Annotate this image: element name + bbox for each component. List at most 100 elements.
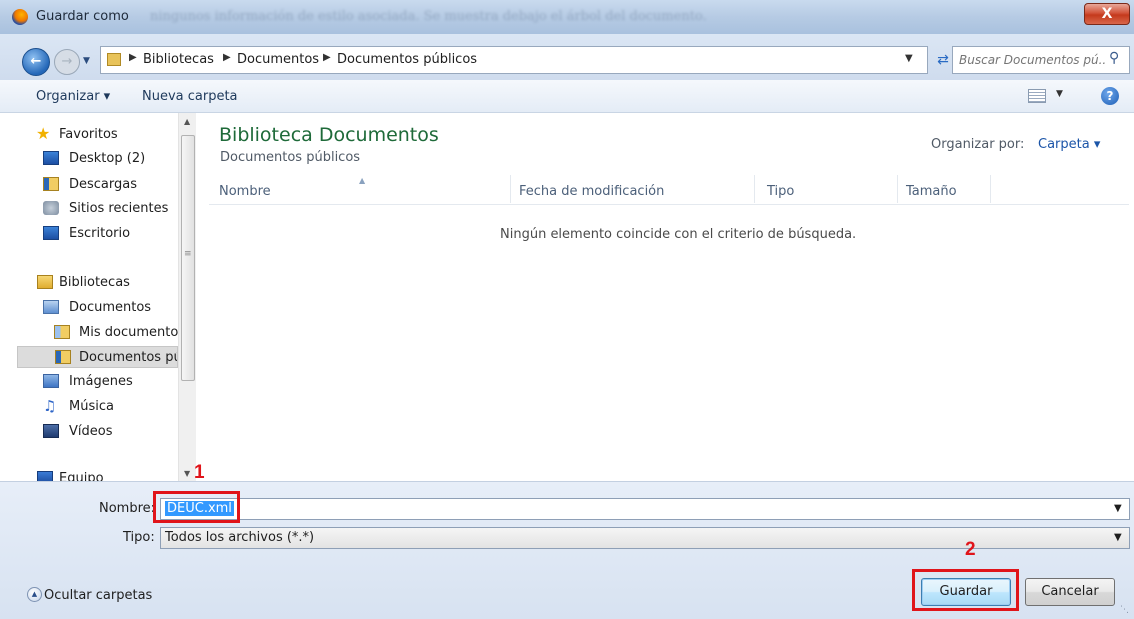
collapse-up-icon[interactable]: ▲ xyxy=(27,587,42,602)
sidebar-item-label: Documentos xyxy=(69,300,152,315)
column-header-tipo[interactable]: Tipo xyxy=(767,184,794,199)
forward-button[interactable]: → xyxy=(54,49,80,75)
file-type-select[interactable]: Todos los archivos (*.*) ▼ xyxy=(160,527,1130,549)
sidebar-item-label: Mis documentos xyxy=(79,325,178,340)
public-documents-folder-icon xyxy=(55,350,71,364)
sidebar-item-documentos[interactable]: Documentos xyxy=(12,297,178,319)
sidebar-item-label: Documentos pú xyxy=(79,350,178,365)
hide-folders-label[interactable]: Ocultar carpetas xyxy=(44,588,152,603)
sidebar-item-desktop-2[interactable]: Desktop (2) xyxy=(12,148,178,170)
chevron-right-icon[interactable]: ▶ xyxy=(323,52,331,63)
title-bar: Guardar como ningunos información de est… xyxy=(0,0,1134,34)
command-bar: Organizar ▾ Nueva carpeta ▼ ? xyxy=(0,80,1134,113)
organize-menu-button[interactable]: Organizar ▾ xyxy=(36,89,110,104)
sidebar-item-imagenes[interactable]: Imágenes xyxy=(12,371,178,393)
documents-library-icon xyxy=(43,300,59,314)
file-type-value: Todos los archivos (*.*) xyxy=(165,530,315,545)
sidebar-item-documentos-publicos[interactable]: Documentos pú xyxy=(17,346,178,368)
libraries-icon xyxy=(37,275,53,289)
file-list-pane[interactable]: Biblioteca Documentos Documentos público… xyxy=(200,113,1134,481)
sidebar-item-label: Descargas xyxy=(69,177,138,192)
address-bar[interactable]: ▶ Bibliotecas ▶ Documentos ▶ Documentos … xyxy=(100,46,928,74)
my-documents-folder-icon xyxy=(54,325,70,339)
column-headers: ▲ Nombre Fecha de modificación Tipo Tama… xyxy=(209,175,1129,205)
sort-ascending-icon: ▲ xyxy=(359,176,366,185)
chevron-down-icon[interactable]: ▼ xyxy=(1056,89,1063,99)
highlight-box-save xyxy=(912,569,1019,611)
forward-arrow-icon: → xyxy=(61,54,73,69)
highlight-box-file-name xyxy=(153,491,240,523)
navigation-bar: ← → ▼ ▶ Bibliotecas ▶ Documentos ▶ Docum… xyxy=(0,34,1134,80)
sidebar-item-label: Sitios recientes xyxy=(69,201,169,216)
breadcrumb-bibliotecas[interactable]: Bibliotecas xyxy=(143,52,214,67)
sidebar-item-favoritos[interactable]: ★ Favoritos xyxy=(12,124,178,146)
refresh-button[interactable]: ⇄ xyxy=(932,46,954,74)
back-arrow-icon: ← xyxy=(30,54,42,69)
chevron-down-icon[interactable]: ▼ xyxy=(1114,503,1122,514)
type-label: Tipo: xyxy=(123,530,155,545)
sidebar-item-musica[interactable]: ♫ Música xyxy=(12,396,178,418)
resize-grip-icon[interactable]: ⋱ xyxy=(1120,605,1129,615)
scroll-down-icon[interactable]: ▼ xyxy=(184,469,190,478)
annotation-step-1: 1 xyxy=(194,462,205,483)
music-library-icon: ♫ xyxy=(43,397,57,415)
name-label: Nombre: xyxy=(99,501,156,516)
column-divider[interactable] xyxy=(897,175,898,203)
column-divider[interactable] xyxy=(990,175,991,203)
videos-library-icon xyxy=(43,424,59,438)
chevron-down-icon[interactable]: ▼ xyxy=(905,53,913,64)
close-button[interactable]: X xyxy=(1084,3,1130,25)
desktop-icon xyxy=(43,151,59,165)
pictures-library-icon xyxy=(43,374,59,388)
file-name-field[interactable]: DEUC.xml ▼ xyxy=(160,498,1130,520)
arrange-by-label: Organizar por: xyxy=(931,137,1025,152)
cancel-button[interactable]: Cancelar xyxy=(1025,578,1115,606)
sidebar-item-descargas[interactable]: Descargas xyxy=(12,174,178,196)
sidebar-item-label: Bibliotecas xyxy=(59,275,130,290)
sidebar-item-escritorio[interactable]: Escritorio xyxy=(12,223,178,245)
recent-locations-dropdown-icon[interactable]: ▼ xyxy=(83,56,93,66)
column-header-nombre[interactable]: Nombre xyxy=(219,184,271,199)
sidebar-item-sitios-recientes[interactable]: Sitios recientes xyxy=(12,198,178,220)
breadcrumb-documentos-publicos[interactable]: Documentos públicos xyxy=(337,52,477,67)
view-options-icon[interactable] xyxy=(1028,89,1046,103)
back-button[interactable]: ← xyxy=(22,48,50,76)
navigation-pane-scrollbar[interactable]: ▲ ≡ ▼ xyxy=(178,113,196,481)
empty-results-message: Ningún elemento coincide con el criterio… xyxy=(500,227,857,242)
column-divider[interactable] xyxy=(510,175,511,203)
navigation-pane: ★ Favoritos Desktop (2) Descargas Sitios… xyxy=(12,113,196,481)
background-window-text: ningunos información de estilo asociada.… xyxy=(150,9,707,24)
library-title: Biblioteca Documentos xyxy=(219,124,439,146)
column-divider[interactable] xyxy=(754,175,755,203)
window-title: Guardar como xyxy=(36,9,129,24)
chevron-right-icon[interactable]: ▶ xyxy=(129,52,137,63)
sidebar-item-label: Vídeos xyxy=(69,424,113,439)
sidebar-item-equipo[interactable]: Equipo xyxy=(12,468,178,481)
recent-places-icon xyxy=(43,201,59,215)
library-subtitle: Documentos públicos xyxy=(220,150,361,165)
downloads-folder-icon xyxy=(43,177,59,191)
column-header-tamano[interactable]: Tamaño xyxy=(906,184,957,199)
refresh-icon: ⇄ xyxy=(937,52,949,68)
sidebar-item-label: Equipo xyxy=(59,471,104,481)
help-icon[interactable]: ? xyxy=(1101,87,1119,105)
search-icon[interactable]: ⚲ xyxy=(1109,50,1119,66)
arrange-by-dropdown[interactable]: Carpeta ▾ xyxy=(1038,137,1100,152)
folder-icon xyxy=(107,53,121,66)
sidebar-item-label: Imágenes xyxy=(69,374,133,389)
sidebar-item-videos[interactable]: Vídeos xyxy=(12,421,178,443)
chevron-right-icon[interactable]: ▶ xyxy=(223,52,231,63)
sidebar-item-label: Favoritos xyxy=(59,127,118,142)
computer-icon xyxy=(37,471,53,481)
breadcrumb-documentos[interactable]: Documentos xyxy=(237,52,319,67)
chevron-down-icon[interactable]: ▼ xyxy=(1114,532,1122,543)
sidebar-item-mis-documentos[interactable]: Mis documentos xyxy=(12,322,178,344)
sidebar-item-bibliotecas[interactable]: Bibliotecas xyxy=(12,272,178,294)
new-folder-button[interactable]: Nueva carpeta xyxy=(142,89,238,104)
scroll-up-icon[interactable]: ▲ xyxy=(184,117,190,126)
star-icon: ★ xyxy=(36,124,51,143)
search-box[interactable]: ⚲ xyxy=(952,46,1130,74)
firefox-icon xyxy=(12,9,28,25)
column-header-fecha[interactable]: Fecha de modificación xyxy=(519,184,664,199)
search-input[interactable] xyxy=(959,51,1105,69)
